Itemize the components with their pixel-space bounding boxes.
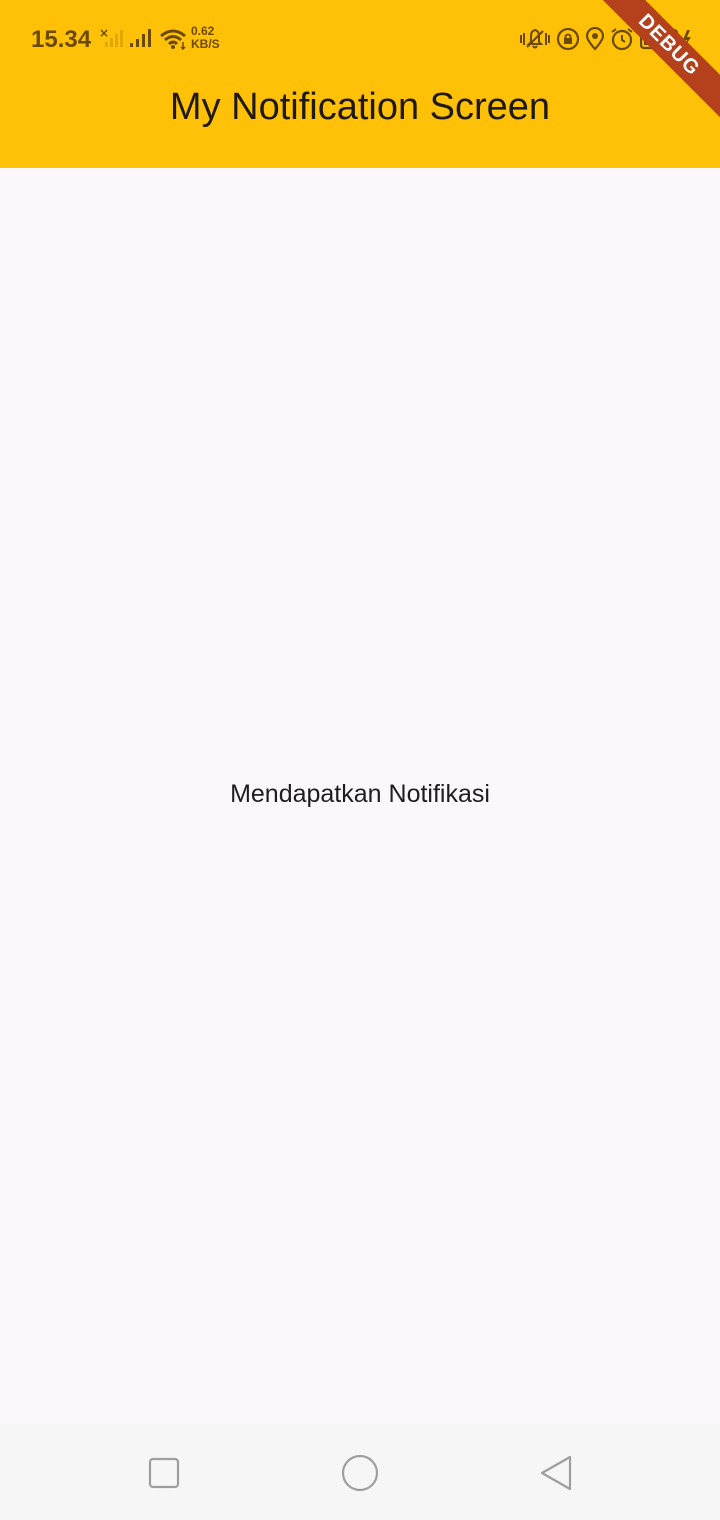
battery-charging-icon bbox=[640, 28, 691, 50]
alarm-icon bbox=[611, 28, 633, 51]
cellular-signal-icon bbox=[130, 29, 151, 47]
app-bar-title: My Notification Screen bbox=[169, 86, 551, 128]
sim-no-signal-icon: × bbox=[99, 27, 123, 47]
svg-text:×: × bbox=[99, 27, 109, 40]
home-icon[interactable] bbox=[340, 1453, 380, 1493]
navigation-bar bbox=[0, 1424, 720, 1520]
vibrate-icon bbox=[520, 28, 550, 49]
back-icon[interactable] bbox=[536, 1453, 576, 1493]
status-time: 15.34 bbox=[31, 26, 92, 53]
location-icon bbox=[585, 27, 605, 51]
net-speed-unit: KB/S bbox=[191, 37, 220, 51]
app-bar: 15.34 × 0.62 KB/S My Notification Screen… bbox=[0, 0, 720, 168]
orientation-lock-icon bbox=[556, 27, 580, 51]
net-speed: 0.62 KB/S bbox=[191, 25, 231, 51]
wifi-icon bbox=[160, 29, 186, 50]
recents-icon[interactable] bbox=[144, 1453, 184, 1493]
notification-message: Mendapatkan Notifikasi bbox=[230, 780, 490, 808]
status-bar: 15.34 × 0.62 KB/S bbox=[0, 0, 720, 78]
